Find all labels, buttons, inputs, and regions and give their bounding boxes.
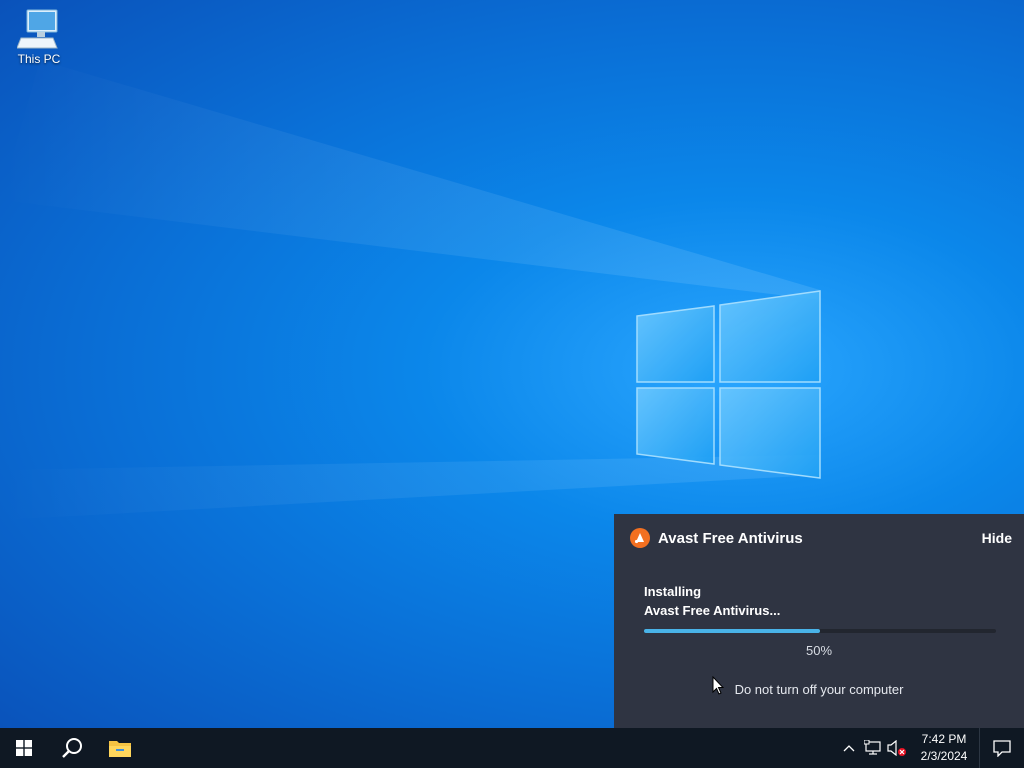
hide-button[interactable]: Hide bbox=[982, 530, 1012, 546]
avast-header: Avast Free Antivirus Hide bbox=[630, 524, 1012, 552]
avast-logo-icon bbox=[630, 528, 650, 548]
system-tray: 7:42 PM 2/3/2024 bbox=[837, 728, 1024, 768]
mouse-cursor-icon bbox=[712, 676, 724, 695]
network-tray-button[interactable] bbox=[861, 728, 885, 768]
install-progress-bar bbox=[644, 629, 996, 633]
volume-tray-button[interactable] bbox=[885, 728, 909, 768]
install-status: Installing Avast Free Antivirus... bbox=[644, 582, 780, 620]
clock-date: 2/3/2024 bbox=[920, 749, 968, 763]
install-status-line1: Installing bbox=[644, 584, 702, 599]
clock-time: 7:42 PM bbox=[921, 732, 967, 746]
taskbar-clock[interactable]: 7:42 PM 2/3/2024 bbox=[909, 731, 979, 765]
do-not-turn-off-note: Do not turn off your computer bbox=[734, 682, 904, 697]
install-progress-fill bbox=[644, 629, 820, 633]
file-explorer-button[interactable] bbox=[96, 728, 144, 768]
network-icon bbox=[864, 740, 881, 755]
search-icon bbox=[62, 738, 82, 758]
show-hidden-icons-button[interactable] bbox=[837, 728, 861, 768]
desktop-icon-this-pc[interactable]: This PC bbox=[10, 8, 68, 66]
search-button[interactable] bbox=[48, 728, 96, 768]
folder-icon bbox=[109, 741, 131, 757]
install-progress-percent: 50% bbox=[805, 643, 833, 658]
avast-title-group: Avast Free Antivirus bbox=[630, 528, 803, 548]
avast-title: Avast Free Antivirus bbox=[658, 529, 803, 547]
taskbar: 7:42 PM 2/3/2024 bbox=[0, 728, 1024, 768]
chevron-up-icon bbox=[843, 745, 855, 752]
avast-install-notification: Avast Free Antivirus Hide Installing Ava… bbox=[614, 514, 1024, 728]
install-status-line2: Avast Free Antivirus... bbox=[644, 603, 781, 618]
computer-icon bbox=[17, 9, 58, 49]
volume-muted-icon bbox=[887, 740, 906, 756]
windows-start-icon bbox=[16, 740, 32, 756]
notification-icon bbox=[993, 740, 1011, 757]
windows-wallpaper-logo bbox=[636, 290, 821, 479]
start-button[interactable] bbox=[0, 728, 48, 768]
action-center-button[interactable] bbox=[979, 728, 1024, 768]
desktop-icon-label: This PC bbox=[17, 52, 61, 66]
